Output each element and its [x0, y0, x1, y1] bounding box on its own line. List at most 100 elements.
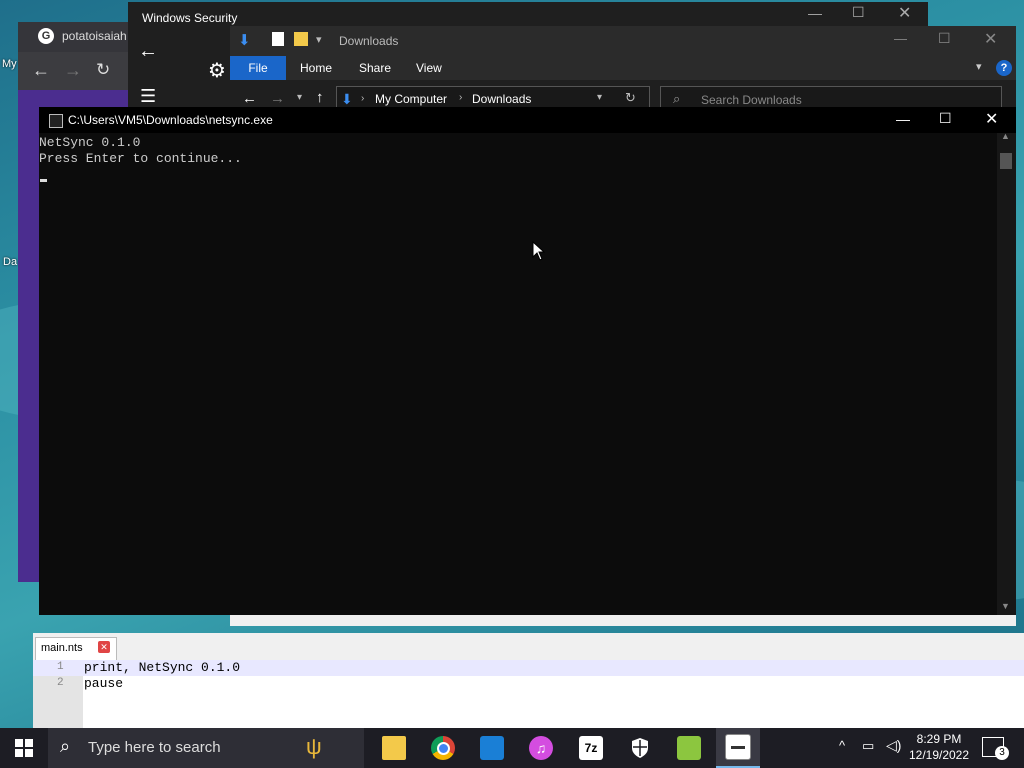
search-placeholder: Search Downloads: [701, 93, 802, 107]
windows-logo-icon: [15, 739, 33, 757]
clock-date: 12/19/2022: [908, 748, 970, 762]
minimize-icon[interactable]: —: [896, 111, 910, 127]
properties-icon[interactable]: [272, 32, 284, 46]
search-icon: ⌕: [60, 736, 71, 756]
recent-dropdown-icon[interactable]: ▾: [297, 92, 302, 103]
search-icon: ⌕: [673, 91, 681, 106]
console-app[interactable]: [716, 728, 760, 768]
clock[interactable]: 8:29 PM 12/19/2022: [906, 731, 972, 765]
close-icon[interactable]: ✕: [984, 29, 997, 49]
ribbon-tabs: File Home Share View ▾ ?: [230, 56, 1016, 80]
console-icon: [725, 734, 751, 760]
reload-icon[interactable]: ↻: [96, 60, 110, 80]
maximize-icon[interactable]: ☐: [852, 4, 865, 21]
refresh-icon[interactable]: ↻: [625, 90, 636, 106]
desktop-icon-label[interactable]: Da: [3, 256, 17, 268]
itunes-icon: ♫: [529, 736, 553, 760]
mouse-pointer-icon: [532, 241, 546, 261]
forward-icon[interactable]: →: [64, 60, 82, 81]
scroll-down-icon[interactable]: ▼: [1001, 601, 1010, 611]
editor-text-area[interactable]: 1 print, NetSync 0.1.0 2 pause: [33, 660, 1024, 728]
window-title: C:\Users\VM5\Downloads\netsync.exe: [68, 113, 273, 127]
maximize-icon[interactable]: ☐: [938, 30, 951, 47]
taskbar-search-box[interactable]: ⌕ Type here to search ψ: [48, 728, 364, 768]
line-number: 1: [57, 661, 64, 673]
line-number: 2: [57, 677, 64, 689]
console-line: NetSync 0.1.0: [39, 135, 141, 150]
action-center-icon[interactable]: 3: [982, 737, 1009, 760]
help-icon[interactable]: ?: [996, 60, 1012, 76]
forward-icon[interactable]: →: [270, 90, 285, 107]
clock-time: 8:29 PM: [916, 732, 962, 746]
network-icon[interactable]: ▭: [862, 738, 874, 754]
security-shield-icon: [632, 738, 648, 758]
windows-security-app[interactable]: [620, 728, 660, 768]
expand-ribbon-icon[interactable]: ▾: [976, 60, 982, 73]
breadcrumb-separator-icon: ›: [361, 93, 365, 104]
editor-tabs: main.nts ✕: [33, 633, 1024, 660]
quick-access-dropdown-icon[interactable]: ▾: [316, 33, 322, 46]
start-button[interactable]: [0, 728, 48, 768]
7zip-icon: 7z: [579, 736, 603, 760]
store-app[interactable]: [472, 728, 512, 768]
console-line: Press Enter to continue...: [39, 151, 242, 166]
code-line: pause: [84, 676, 124, 691]
notepad-icon: [677, 736, 701, 760]
settings-gear-icon[interactable]: ⚙: [208, 58, 226, 83]
chrome-icon: [431, 736, 455, 760]
taskbar: ⌕ Type here to search ψ ♫ 7z ^ ▭ ◁) 8:29…: [0, 728, 1024, 768]
tab-file[interactable]: File: [230, 56, 286, 80]
desktop-icon-label[interactable]: My: [2, 58, 17, 70]
console-app-icon: [49, 114, 63, 128]
explorer-titlebar: ⬇ ▾ Downloads — ☐ ✕: [230, 26, 1016, 56]
tab-home[interactable]: Home: [300, 61, 332, 75]
store-icon: [480, 736, 504, 760]
download-arrow-icon: ⬇: [238, 32, 251, 49]
download-arrow-icon: ⬇: [341, 91, 353, 107]
back-icon[interactable]: ←: [242, 90, 257, 107]
scrollbar-thumb[interactable]: [1000, 153, 1012, 169]
window-title: Downloads: [339, 34, 399, 48]
console-titlebar[interactable]: C:\Users\VM5\Downloads\netsync.exe — ☐ ✕: [39, 107, 1016, 133]
itunes-app[interactable]: ♫: [521, 728, 561, 768]
console-output[interactable]: NetSync 0.1.0 Press Enter to continue...: [39, 133, 997, 615]
minimize-icon[interactable]: —: [808, 5, 822, 21]
show-hidden-icons-icon[interactable]: ^: [839, 738, 845, 753]
address-dropdown-icon[interactable]: ▾: [597, 92, 602, 103]
breadcrumb-downloads[interactable]: Downloads: [472, 92, 531, 106]
code-editor: main.nts ✕ 1 print, NetSync 0.1.0 2 paus…: [33, 633, 1024, 728]
tab-label: main.nts: [41, 642, 83, 654]
window-title: Windows Security: [142, 11, 238, 25]
new-folder-icon[interactable]: [294, 32, 308, 46]
minimize-icon[interactable]: —: [894, 31, 907, 46]
console-window[interactable]: C:\Users\VM5\Downloads\netsync.exe — ☐ ✕…: [39, 107, 1016, 615]
tab-main-nts[interactable]: main.nts ✕: [35, 637, 117, 660]
close-icon[interactable]: ✕: [898, 3, 911, 23]
file-explorer-icon: [382, 736, 406, 760]
maximize-icon[interactable]: ☐: [939, 110, 952, 127]
code-line: print, NetSync 0.1.0: [84, 660, 241, 675]
notepad-app[interactable]: [669, 728, 709, 768]
scroll-up-icon[interactable]: ▲: [1001, 131, 1010, 141]
close-tab-icon[interactable]: ✕: [98, 641, 110, 653]
menorah-icon[interactable]: ψ: [306, 734, 322, 760]
text-cursor: [40, 179, 47, 182]
back-icon[interactable]: ←: [32, 60, 50, 81]
google-icon: G: [38, 28, 54, 44]
chrome-app[interactable]: [423, 728, 463, 768]
back-icon[interactable]: ←: [138, 40, 158, 63]
chrome-tab-title: potatoisaiah: [62, 29, 127, 43]
close-icon[interactable]: ✕: [985, 109, 998, 129]
notification-badge: 3: [995, 746, 1009, 760]
tab-share[interactable]: Share: [359, 61, 391, 75]
hamburger-menu-icon[interactable]: ☰: [140, 86, 156, 107]
search-placeholder: Type here to search: [88, 739, 221, 756]
breadcrumb-separator-icon: ›: [459, 92, 463, 103]
tab-view[interactable]: View: [416, 61, 442, 75]
console-scrollbar[interactable]: ▲ ▼: [997, 131, 1016, 615]
breadcrumb-my-computer[interactable]: My Computer: [375, 92, 447, 106]
volume-icon[interactable]: ◁): [886, 737, 901, 754]
up-icon[interactable]: ↑: [316, 89, 324, 106]
7zip-app[interactable]: 7z: [571, 728, 611, 768]
file-explorer-app[interactable]: [374, 728, 414, 768]
